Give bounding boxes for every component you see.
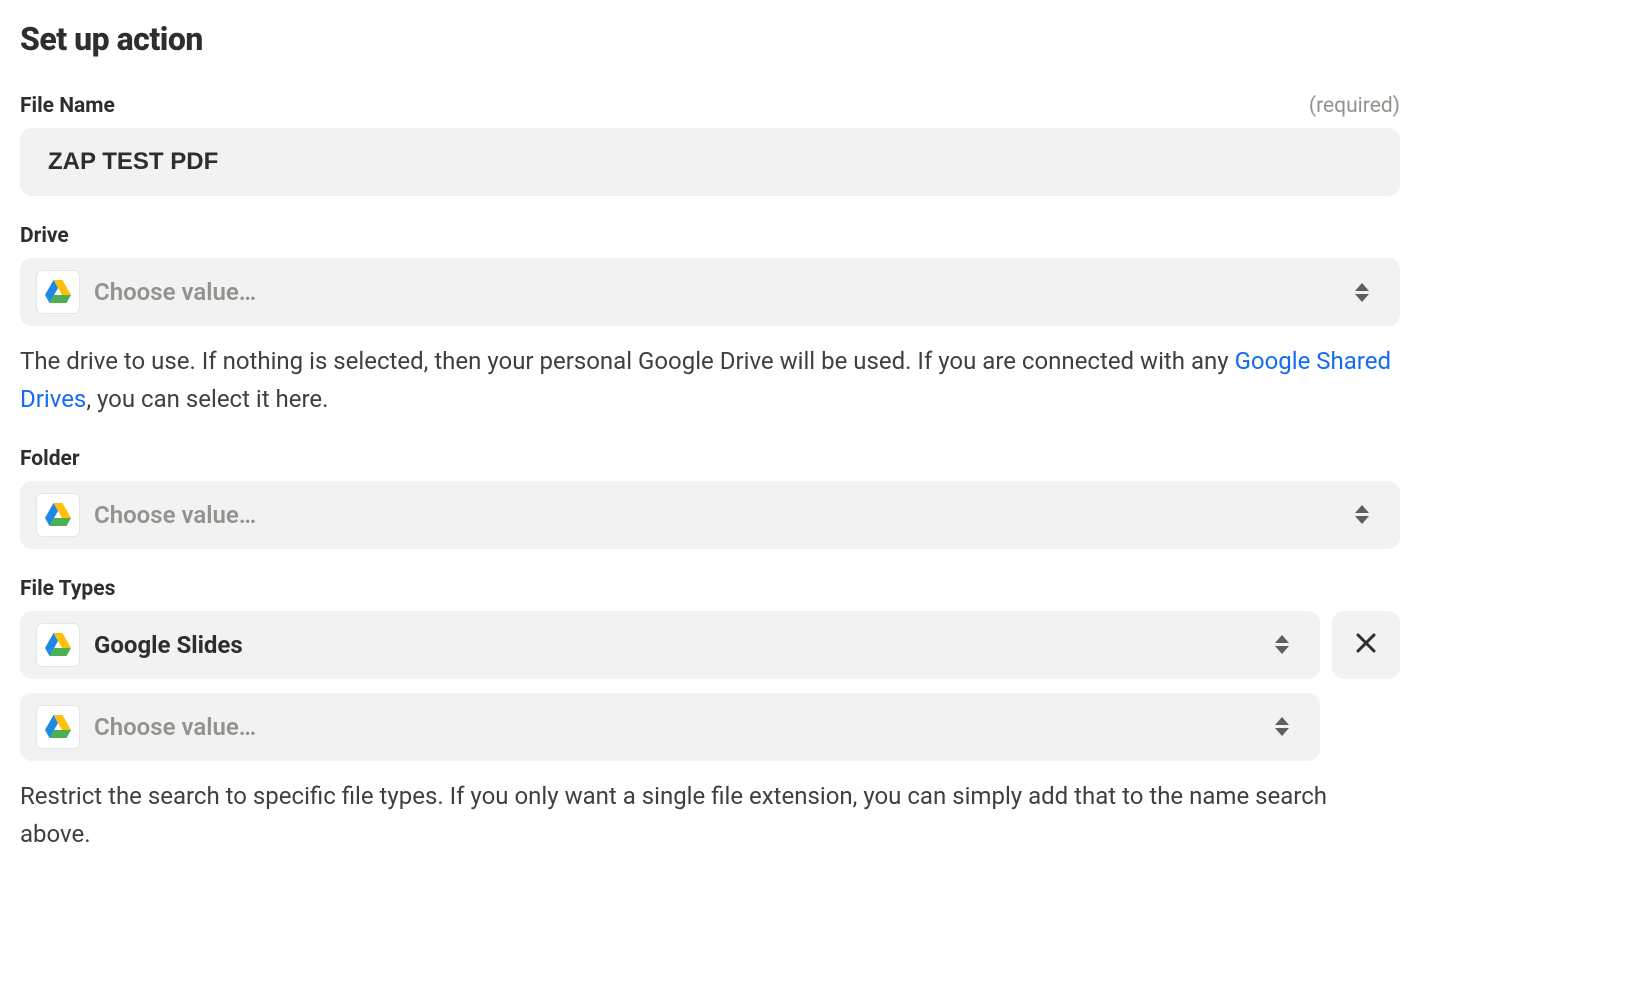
file-types-add-select[interactable]: Choose value… [20,693,1320,761]
file-name-required-hint: (required) [1309,94,1400,118]
drive-select-placeholder: Choose value… [94,278,1336,306]
google-drive-icon [36,493,80,537]
folder-select[interactable]: Choose value… [20,481,1400,549]
file-name-field: File Name (required) [20,94,1400,196]
drive-select[interactable]: Choose value… [20,258,1400,326]
google-drive-icon [36,705,80,749]
drive-field: Drive Choose value… The drive to use. If… [20,224,1400,419]
page-title: Set up action [20,20,1400,58]
close-icon [1354,631,1378,658]
file-types-add-placeholder: Choose value… [94,713,1256,741]
file-types-label: File Types [20,577,115,601]
google-drive-icon [36,270,80,314]
file-types-help-text: Restrict the search to specific file typ… [20,777,1400,854]
select-arrows-icon [1270,717,1294,736]
drive-help-text: The drive to use. If nothing is selected… [20,342,1400,419]
drive-label: Drive [20,224,69,248]
folder-field: Folder Choose value… [20,447,1400,549]
select-arrows-icon [1350,283,1374,302]
clear-file-type-button[interactable] [1332,611,1400,679]
file-types-field: File Types Google Slides [20,577,1400,854]
file-types-selected-item[interactable]: Google Slides [20,611,1320,679]
file-name-label: File Name [20,94,115,118]
folder-label: Folder [20,447,80,471]
folder-select-placeholder: Choose value… [94,501,1336,529]
file-name-input[interactable] [20,128,1400,196]
file-types-selected-value: Google Slides [94,631,1256,659]
select-arrows-icon [1350,505,1374,524]
google-drive-icon [36,623,80,667]
select-arrows-icon [1270,635,1294,654]
